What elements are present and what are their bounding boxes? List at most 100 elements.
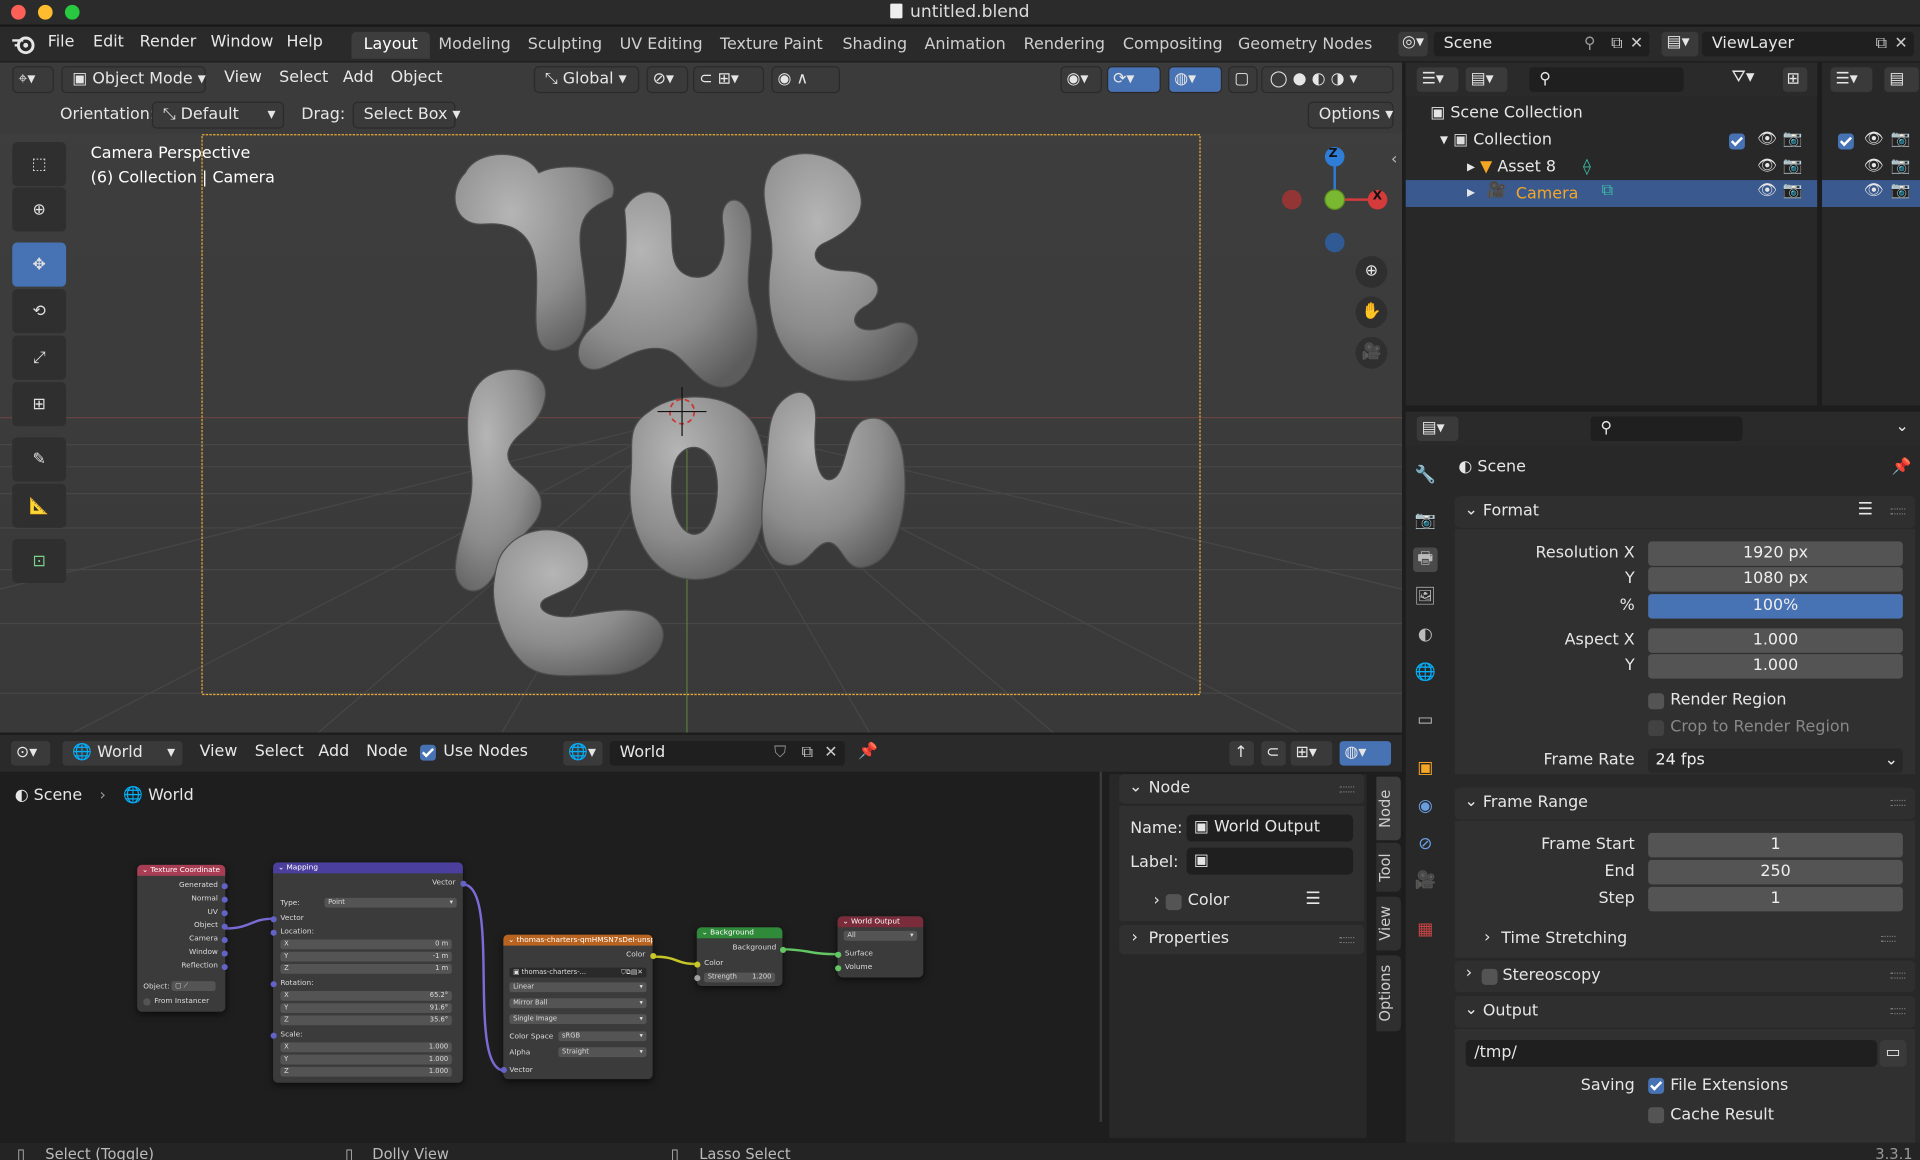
blender-logo-icon[interactable] (11, 33, 35, 55)
tab-sculpting[interactable]: Sculpting (516, 32, 615, 59)
socket-object[interactable] (221, 923, 228, 930)
chevron-down-icon[interactable]: ⌄ (1896, 418, 1909, 436)
node-snap-increment-dropdown[interactable]: ⊞▾ (1289, 739, 1334, 767)
tab-texture-paint[interactable]: Texture Paint (708, 32, 835, 59)
drag-grip-icon[interactable] (1890, 1008, 1906, 1015)
options-dropdown[interactable]: Options ▾ (1307, 101, 1394, 129)
render-tab-icon[interactable]: 📷 (1413, 508, 1437, 532)
move-tool[interactable]: ✥ (12, 242, 67, 287)
node-label-field[interactable]: ▣ (1186, 847, 1354, 875)
sidebar-tab-options[interactable]: Options (1376, 955, 1401, 1032)
scene-tab-icon[interactable]: ◐ (1413, 622, 1437, 646)
mapping-in-rotation-socket[interactable] (270, 981, 277, 988)
node-color-checkbox[interactable] (1165, 894, 1182, 911)
cursor-tool[interactable]: ⊕ (12, 187, 67, 232)
frame-rate-dropdown[interactable]: 24 fps ⌄ (1648, 748, 1903, 773)
object-data-tab-icon[interactable]: 🎥 (1413, 868, 1437, 892)
tab-layout[interactable]: Layout (351, 31, 431, 59)
measure-tool[interactable]: 📐 (12, 483, 67, 528)
aspect-x-field[interactable]: 1.000 (1648, 628, 1903, 653)
secondary-eye-icon[interactable]: 👁 (1864, 157, 1884, 175)
object-tab-icon[interactable]: ▣ (1413, 756, 1437, 780)
node-color-label[interactable]: Color (1188, 892, 1230, 910)
sidebar-toggle-chevron-icon[interactable]: ‹ (1391, 151, 1397, 169)
pan-view-button[interactable]: ✋ (1355, 296, 1388, 329)
node-overlay-toggle[interactable]: ◍▾ (1338, 739, 1393, 767)
background-node[interactable]: ⌄ Background Background Color Strength 1.… (696, 927, 783, 987)
browse-folder-button[interactable]: ▭ (1879, 1039, 1907, 1067)
node-snap-button[interactable]: ⊂ (1260, 739, 1287, 767)
outliner-item-camera[interactable]: ▸ 🎥 Camera ⧉ 👁 📷 (1405, 180, 1818, 208)
resolution-percentage-slider[interactable]: 100% (1648, 594, 1903, 619)
menu-window[interactable]: Window (211, 33, 274, 51)
collection-eye-icon[interactable]: 👁 (1757, 130, 1777, 148)
viewport-menu-select[interactable]: Select (279, 69, 328, 87)
transform-tool[interactable]: ⊞ (12, 382, 67, 427)
mapping-in-location-socket[interactable] (270, 929, 277, 936)
world-tab-icon[interactable]: 🌐 (1413, 660, 1437, 684)
node-name-field[interactable]: ▣ World Output (1186, 814, 1354, 842)
viewport-menu-object[interactable]: Object (391, 69, 443, 87)
background-out-socket[interactable] (780, 946, 787, 953)
from-instancer-checkbox[interactable] (143, 998, 151, 1006)
annotate-tool[interactable]: ✎ (12, 437, 67, 482)
node-scrollbar[interactable] (1099, 771, 1103, 1123)
location-z-field[interactable]: Z 1 m (280, 963, 452, 974)
secondary-render-icon[interactable]: 📷 (1891, 157, 1911, 175)
format-panel-header[interactable]: ⌄ Format ☰ (1454, 496, 1916, 528)
secondary-outliner-type[interactable]: ☰▾ (1829, 66, 1874, 94)
rotate-tool[interactable]: ⟲ (12, 289, 67, 334)
orientation-dropdown[interactable]: ⤡ Default ▾ (151, 101, 285, 129)
proportional-editing-toggle[interactable]: ◉ ∧ (771, 66, 841, 94)
render-region-checkbox[interactable] (1648, 693, 1665, 710)
secondary-render-icon[interactable]: 📷 (1891, 130, 1911, 148)
world-output-node[interactable]: ⌄ World Output All ▾ Surface Volume (837, 916, 924, 978)
socket-generated[interactable] (221, 883, 228, 890)
delete-scene-icon[interactable]: ✕ (1630, 34, 1643, 52)
collection-exclude-checkbox[interactable] (1728, 133, 1745, 150)
alpha-dropdown[interactable]: Straight ▾ (558, 1047, 647, 1058)
menu-file[interactable]: File (48, 33, 75, 51)
output-path-field[interactable]: /tmp/ (1465, 1039, 1878, 1067)
image-vector-in-socket[interactable] (500, 1066, 507, 1074)
socket-camera[interactable] (221, 937, 228, 944)
projection-dropdown[interactable]: Mirror Ball ▾ (509, 998, 647, 1009)
drag-grip-icon[interactable] (1880, 935, 1896, 942)
drag-grip-icon[interactable] (1890, 508, 1906, 515)
display-mode-dropdown[interactable]: ▤▾ (1464, 66, 1509, 94)
scene-browse-button[interactable]: ◎▾ (1397, 30, 1429, 58)
tab-geometry-nodes[interactable]: Geometry Nodes (1226, 32, 1385, 59)
outliner-search[interactable]: ⚲ (1528, 66, 1685, 94)
secondary-eye-icon[interactable]: 👁 (1864, 130, 1884, 148)
overlay-toggle[interactable]: ◍▾ (1168, 66, 1223, 94)
mapping-out-socket[interactable] (460, 880, 467, 887)
outliner-scene-collection[interactable]: ▣ Scene Collection (1430, 104, 1582, 122)
outliner-item-asset[interactable]: ▸ ▼ Asset 8 ⟠ (1467, 158, 1591, 176)
asset-render-icon[interactable]: 📷 (1783, 157, 1803, 175)
mode-dropdown[interactable]: ▣ Object Mode ▾ (61, 66, 206, 94)
socket-uv[interactable] (221, 910, 228, 917)
view-layer-name-field[interactable]: ViewLayer ⧉ ✕ (1700, 30, 1916, 58)
outliner-editor-type[interactable]: ☰▾ (1415, 66, 1460, 94)
source-dropdown[interactable]: Single Image ▾ (509, 1014, 647, 1025)
delete-view-layer-icon[interactable]: ✕ (1894, 34, 1907, 52)
output-panel-header[interactable]: ⌄ Output (1454, 995, 1916, 1028)
sidebar-tab-node[interactable]: Node (1376, 776, 1401, 841)
rotation-x-field[interactable]: X 65.2° (280, 990, 452, 1001)
gizmo-toggle[interactable]: ⟳▾ (1106, 66, 1161, 94)
list-icon[interactable]: ☰ (1305, 889, 1320, 909)
shading-mode-buttons[interactable]: ◯ ● ◐ ◑ ▾ (1261, 66, 1394, 94)
drag-grip-icon[interactable] (1890, 972, 1906, 979)
snap-toggle[interactable]: ⊂ ⊞▾ (693, 66, 765, 94)
stereoscopy-panel-header[interactable]: › Stereoscopy (1454, 960, 1916, 993)
object-picker[interactable]: ▢ ⟋ (171, 981, 216, 991)
new-scene-icon[interactable]: ⧉ (1611, 34, 1622, 52)
image-file-buttons-icon[interactable]: ⛉⧉▤✕ (621, 968, 643, 978)
pin-icon[interactable]: 📌 (1892, 458, 1912, 476)
select-tool[interactable]: ⬚ (12, 142, 67, 187)
modifier-tab-icon[interactable]: ◉ (1413, 794, 1437, 818)
location-x-field[interactable]: X 0 m (280, 939, 452, 950)
camera-eye-icon[interactable]: 👁 (1757, 181, 1777, 199)
secondary-render-icon[interactable]: 📷 (1891, 181, 1911, 199)
node-panel-header[interactable]: ⌄ Node (1119, 774, 1365, 804)
